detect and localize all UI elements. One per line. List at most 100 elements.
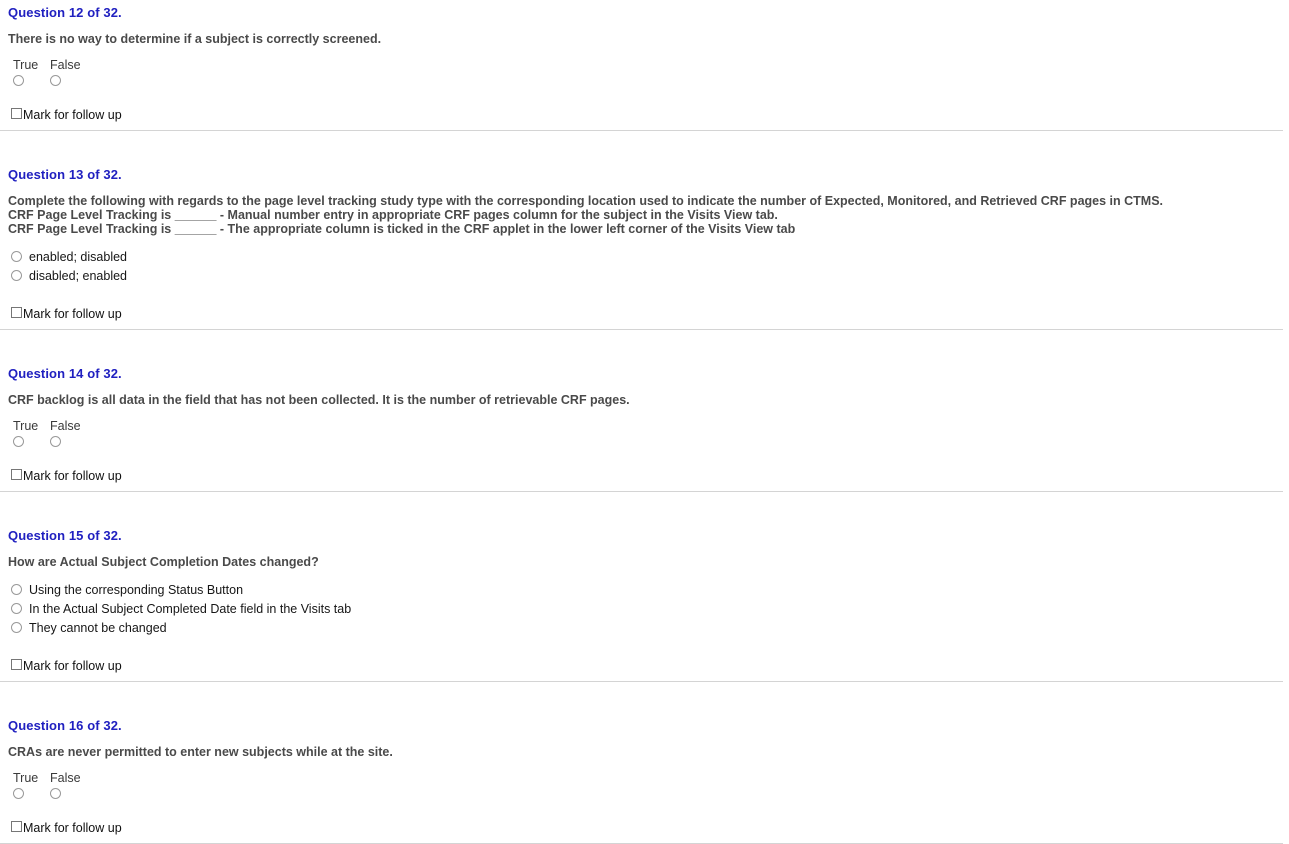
question-text-line: CRAs are never permitted to enter new su… bbox=[8, 744, 393, 759]
radio-slot-true bbox=[13, 74, 50, 87]
option-label: In the Actual Subject Completed Date fie… bbox=[29, 601, 352, 616]
question-block-16: Question 16 of 32. CRAs are never permit… bbox=[0, 713, 1289, 844]
question-block-13: Question 13 of 32. Complete the followin… bbox=[0, 162, 1289, 330]
radio-slot-false bbox=[50, 787, 90, 800]
option-label-true: True bbox=[13, 58, 39, 72]
option-label: disabled; enabled bbox=[29, 269, 127, 284]
question-block-14: Question 14 of 32. CRF backlog is all da… bbox=[0, 361, 1289, 492]
question-text-line: How are Actual Subject Completion Dates … bbox=[8, 554, 319, 569]
radio-button-false[interactable] bbox=[50, 436, 61, 448]
radio-button[interactable] bbox=[11, 583, 22, 595]
option-row[interactable]: Using the corresponding Status Button bbox=[11, 581, 1289, 600]
mark-for-follow-up[interactable]: Mark for follow up bbox=[0, 820, 1289, 835]
option-list: enabled; disabled disabled; enabled bbox=[0, 248, 1289, 286]
radio-slot-false bbox=[50, 435, 90, 448]
radio-button[interactable] bbox=[11, 250, 22, 262]
question-heading: Question 13 of 32. bbox=[8, 166, 122, 182]
true-false-labels: True False bbox=[13, 58, 1289, 72]
option-label: They cannot be changed bbox=[29, 621, 167, 636]
question-block-15: Question 15 of 32. How are Actual Subjec… bbox=[0, 523, 1289, 682]
mark-for-follow-up[interactable]: Mark for follow up bbox=[0, 306, 1289, 321]
radio-button-false[interactable] bbox=[50, 788, 61, 800]
true-false-group: True False bbox=[0, 58, 1289, 87]
option-label-false: False bbox=[50, 418, 81, 433]
checkbox-icon[interactable] bbox=[11, 659, 22, 671]
true-false-group: True False bbox=[0, 419, 1289, 448]
radio-button-true[interactable] bbox=[13, 788, 24, 800]
checkbox-icon[interactable] bbox=[11, 821, 22, 833]
question-text: CRAs are never permitted to enter new su… bbox=[0, 745, 1289, 759]
section-divider bbox=[0, 842, 1283, 844]
radio-button[interactable] bbox=[11, 622, 22, 634]
question-heading: Question 15 of 32. bbox=[8, 527, 122, 543]
option-label-false: False bbox=[50, 770, 81, 785]
question-text-line: CRF backlog is all data in the field tha… bbox=[8, 392, 630, 407]
radio-button[interactable] bbox=[11, 602, 22, 614]
mark-for-follow-up[interactable]: Mark for follow up bbox=[0, 468, 1289, 483]
option-label: Using the corresponding Status Button bbox=[29, 582, 244, 597]
mark-for-follow-up[interactable]: Mark for follow up bbox=[0, 107, 1289, 122]
question-heading: Question 12 of 32. bbox=[8, 5, 122, 20]
radio-slot-true bbox=[13, 435, 50, 448]
mark-for-follow-up-label: Mark for follow up bbox=[23, 306, 122, 321]
question-text: How are Actual Subject Completion Dates … bbox=[0, 555, 1289, 569]
true-false-radios bbox=[13, 433, 1289, 448]
option-row[interactable]: disabled; enabled bbox=[11, 267, 1289, 286]
question-text-line: There is no way to determine if a subjec… bbox=[8, 32, 382, 46]
mark-for-follow-up-label: Mark for follow up bbox=[23, 658, 122, 673]
radio-slot-false bbox=[50, 74, 90, 87]
question-text: CRF backlog is all data in the field tha… bbox=[0, 393, 1289, 407]
true-false-radios bbox=[13, 785, 1289, 800]
option-label-true: True bbox=[13, 770, 39, 785]
radio-button[interactable] bbox=[11, 270, 22, 282]
question-heading: Question 14 of 32. bbox=[8, 365, 122, 381]
mark-for-follow-up-label: Mark for follow up bbox=[23, 107, 122, 122]
question-text: There is no way to determine if a subjec… bbox=[0, 32, 1289, 46]
checkbox-icon[interactable] bbox=[11, 469, 22, 481]
true-false-labels: True False bbox=[13, 419, 1289, 433]
question-text-line: CRF Page Level Tracking is ______ - Manu… bbox=[8, 207, 778, 222]
checkbox-icon[interactable] bbox=[11, 307, 22, 319]
checkbox-icon[interactable] bbox=[11, 108, 22, 120]
radio-button-true[interactable] bbox=[13, 75, 24, 87]
true-false-group: True False bbox=[0, 771, 1289, 800]
true-false-radios bbox=[13, 72, 1289, 87]
mark-for-follow-up-label: Mark for follow up bbox=[23, 468, 122, 483]
radio-button-true[interactable] bbox=[13, 436, 24, 448]
question-text: Complete the following with regards to t… bbox=[0, 194, 1289, 236]
radio-button-false[interactable] bbox=[50, 75, 61, 87]
option-list: Using the corresponding Status Button In… bbox=[0, 581, 1289, 639]
question-text-line: Complete the following with regards to t… bbox=[8, 193, 1163, 208]
question-text-line: CRF Page Level Tracking is ______ - The … bbox=[8, 221, 796, 236]
option-label: enabled; disabled bbox=[29, 249, 127, 264]
option-row[interactable]: enabled; disabled bbox=[11, 248, 1289, 267]
option-label-false: False bbox=[50, 58, 81, 72]
option-label-true: True bbox=[13, 418, 39, 433]
option-row[interactable]: In the Actual Subject Completed Date fie… bbox=[11, 600, 1289, 619]
quiz-container: Question 12 of 32. There is no way to de… bbox=[0, 0, 1289, 844]
option-row[interactable]: They cannot be changed bbox=[11, 619, 1289, 638]
mark-for-follow-up[interactable]: Mark for follow up bbox=[0, 658, 1289, 673]
